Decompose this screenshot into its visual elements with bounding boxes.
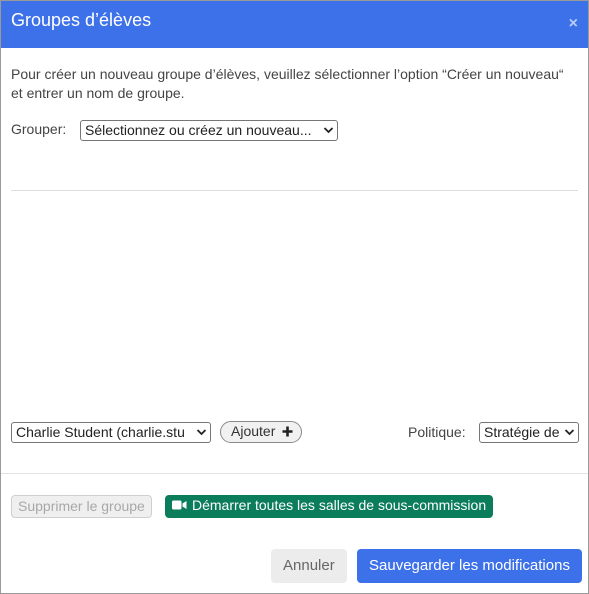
chevron-down-icon xyxy=(323,121,334,140)
dialog-header: Groupes d’élèves × xyxy=(1,1,588,48)
start-breakout-rooms-label: Démarrer toutes les salles de sous-commi… xyxy=(192,497,487,513)
cancel-button[interactable]: Annuler xyxy=(271,549,347,583)
dialog-title: Groupes d’élèves xyxy=(11,10,152,30)
student-select[interactable]: Charlie Student (charlie.stu xyxy=(11,422,211,443)
policy-select-value: Stratégie de xyxy=(484,424,560,440)
delete-group-label: Supprimer le groupe xyxy=(18,498,145,514)
cancel-label: Annuler xyxy=(283,557,335,574)
instructions-text: Pour créer un nouveau groupe d’élèves, v… xyxy=(11,66,564,101)
save-changes-label: Sauvegarder les modifications xyxy=(369,557,570,574)
delete-group-button[interactable]: Supprimer le groupe xyxy=(11,495,152,518)
group-label: Grouper: xyxy=(11,121,67,137)
group-select-value: Sélectionnez ou créez un nouveau... xyxy=(85,122,312,138)
add-button-label: Ajouter xyxy=(231,423,276,439)
add-student-button[interactable]: Ajouter xyxy=(220,421,303,443)
chevron-down-icon xyxy=(564,423,575,442)
section-divider xyxy=(11,190,578,191)
policy-select[interactable]: Stratégie de xyxy=(479,422,579,443)
policy-label: Politique: xyxy=(408,424,466,440)
footer-divider xyxy=(1,473,588,474)
plus-icon xyxy=(278,423,293,439)
student-groups-dialog: Groupes d’élèves × Pour créer un nouveau… xyxy=(0,0,589,594)
video-camera-icon xyxy=(172,495,187,516)
student-select-value: Charlie Student (charlie.stu xyxy=(16,424,185,440)
close-icon[interactable]: × xyxy=(569,15,578,33)
start-breakout-rooms-button[interactable]: Démarrer toutes les salles de sous-commi… xyxy=(165,495,494,518)
save-changes-button[interactable]: Sauvegarder les modifications xyxy=(357,549,582,583)
chevron-down-icon xyxy=(196,423,207,442)
group-select[interactable]: Sélectionnez ou créez un nouveau... xyxy=(80,120,338,141)
